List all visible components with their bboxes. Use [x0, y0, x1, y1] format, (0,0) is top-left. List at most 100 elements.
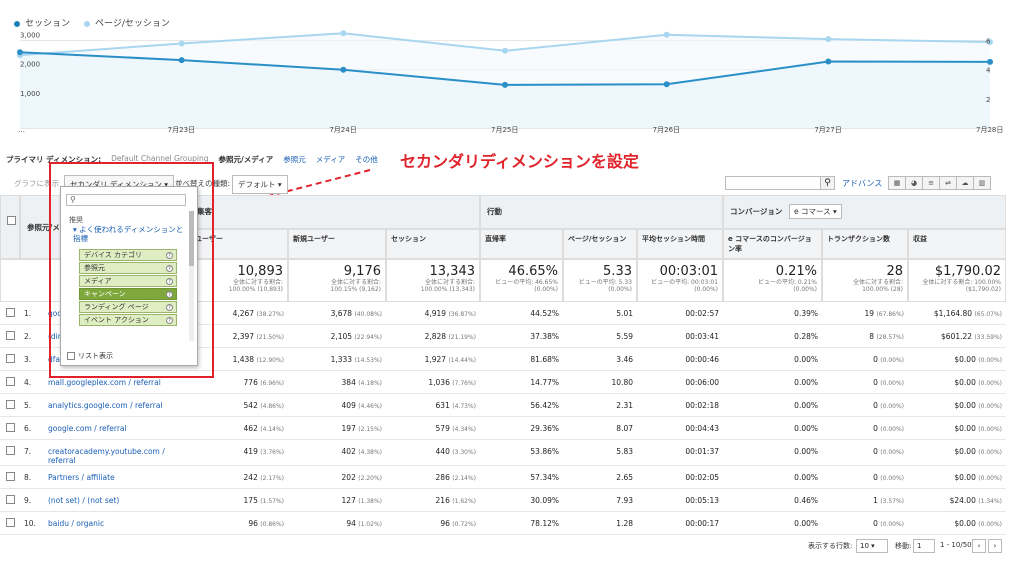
- dropdown-option[interactable]: デバイス カテゴリ?: [79, 249, 177, 261]
- pages-point[interactable]: [663, 31, 670, 38]
- source-medium-link[interactable]: Partners / affiliate: [48, 473, 188, 482]
- source-medium-link[interactable]: google.com / referral: [48, 424, 188, 433]
- list-view-toggle[interactable]: リスト表示: [67, 351, 113, 361]
- cell-users: 242 (2.17%): [190, 473, 284, 482]
- header-revenue[interactable]: 収益: [908, 229, 1006, 259]
- comparison-view-icon[interactable]: ⇌: [939, 176, 957, 190]
- total-new-users: 9,176 全体に対する割合: 100.15% (9,162): [288, 259, 386, 302]
- row-number: 3.: [24, 355, 32, 364]
- advanced-link[interactable]: アドバンス: [842, 178, 882, 189]
- cell-percent: (0.00%): [978, 521, 1002, 528]
- total-note: ビューの平均: 0.21%: [758, 279, 817, 286]
- header-pages-per-session[interactable]: ページ/セッション: [563, 229, 637, 259]
- table-search-input[interactable]: ⚲: [725, 176, 835, 190]
- row-checkbox[interactable]: [6, 354, 15, 363]
- header-bounce-rate[interactable]: 直帰率: [480, 229, 563, 259]
- option-label: デバイス カテゴリ: [84, 251, 143, 259]
- sessions-point[interactable]: [825, 58, 832, 65]
- row-checkbox[interactable]: [6, 377, 15, 386]
- help-icon[interactable]: ?: [166, 304, 173, 311]
- source-medium-link[interactable]: mall.googleplex.com / referral: [48, 378, 188, 387]
- goto-input[interactable]: 1: [913, 539, 935, 553]
- dropdown-option[interactable]: 参照元?: [79, 262, 177, 274]
- row-checkbox[interactable]: [6, 308, 15, 317]
- list-view-checkbox[interactable]: [67, 352, 75, 360]
- cell-value: 0.00%: [794, 519, 818, 528]
- header-users[interactable]: ユーザー: [190, 229, 288, 259]
- table-row[interactable]: 4. mall.googleplex.com / referral 776 (6.9…: [0, 371, 1006, 394]
- table-row[interactable]: 7. creatoracademy.youtube.com / referral 4…: [0, 440, 1006, 466]
- source-medium-link[interactable]: baidu / organic: [48, 519, 188, 528]
- dropdown-group-common[interactable]: ▾ よく使われるディメンションと指標: [73, 225, 185, 243]
- pivot-view-icon[interactable]: ▥: [973, 176, 991, 190]
- sessions-point[interactable]: [178, 57, 185, 64]
- help-icon[interactable]: ?: [166, 265, 173, 272]
- conversion-select[interactable]: e コマース ▾: [788, 204, 842, 219]
- sessions-point[interactable]: [502, 81, 508, 88]
- row-checkbox[interactable]: [6, 446, 15, 455]
- prev-page-button[interactable]: ‹: [972, 539, 986, 553]
- help-icon[interactable]: ?: [166, 278, 173, 285]
- dropdown-option[interactable]: キャンペーン?: [79, 288, 177, 300]
- sessions-point[interactable]: [987, 58, 993, 65]
- cell-conversion-rate: 0.39%: [723, 309, 818, 318]
- help-icon[interactable]: ?: [166, 317, 173, 324]
- table-row[interactable]: 10. baidu / organic 96 (0.86%) 94 (1.02%) 96…: [0, 512, 1006, 535]
- cell-value: 81.68%: [530, 355, 559, 364]
- table-row[interactable]: 8. Partners / affiliate 242 (2.17%) 202 (2.…: [0, 466, 1006, 489]
- dropdown-option[interactable]: ランディング ページ?: [79, 301, 177, 313]
- source-medium-link[interactable]: (not set) / (not set): [48, 496, 188, 505]
- row-checkbox[interactable]: [6, 331, 15, 340]
- cell-revenue: $1,164.80 (65.07%): [908, 309, 1002, 318]
- sessions-point[interactable]: [663, 81, 670, 88]
- performance-view-icon[interactable]: ≡: [922, 176, 940, 190]
- dropdown-search-input[interactable]: ⚲: [66, 194, 186, 206]
- pages-point[interactable]: [825, 36, 832, 43]
- total-value: 13,343: [429, 264, 476, 279]
- term-cloud-icon[interactable]: ☁: [956, 176, 974, 190]
- pages-point[interactable]: [340, 30, 347, 37]
- cell-avg-duration: 00:02:05: [637, 473, 719, 482]
- header-sessions[interactable]: セッション: [386, 229, 480, 259]
- row-checkbox[interactable]: [6, 495, 15, 504]
- cell-value: 56.42%: [530, 401, 559, 410]
- next-page-button[interactable]: ›: [988, 539, 1002, 553]
- table-row[interactable]: 5. analytics.google.com / referral 542 (4.…: [0, 394, 1006, 417]
- header-avg-session-duration[interactable]: 平均セッション時間: [637, 229, 723, 259]
- dropdown-option[interactable]: イベント アクション?: [79, 314, 177, 326]
- row-checkbox[interactable]: [6, 472, 15, 481]
- sort-select[interactable]: デフォルト ▾: [232, 175, 288, 194]
- cell-value: 00:06:00: [685, 378, 719, 387]
- pie-view-icon[interactable]: ◕: [905, 176, 923, 190]
- search-icon[interactable]: ⚲: [820, 177, 834, 189]
- dropdown-option[interactable]: メディア?: [79, 275, 177, 287]
- help-icon[interactable]: ?: [166, 291, 173, 298]
- sessions-point[interactable]: [17, 49, 23, 56]
- help-icon[interactable]: ?: [166, 252, 173, 259]
- row-checkbox[interactable]: [6, 400, 15, 409]
- sessions-point[interactable]: [340, 66, 347, 73]
- graph-label[interactable]: グラフに表示: [14, 178, 59, 189]
- header-transactions[interactable]: トランザクション数: [822, 229, 908, 259]
- table-view-icon[interactable]: ▦: [888, 176, 906, 190]
- table-row[interactable]: 6. google.com / referral 462 (4.14%) 197 (2…: [0, 417, 1006, 440]
- row-checkbox[interactable]: [6, 518, 15, 527]
- rows-select[interactable]: 10 ▾: [856, 539, 888, 553]
- source-medium-link[interactable]: creatoracademy.youtube.com / referral: [48, 447, 188, 465]
- pages-point[interactable]: [502, 47, 508, 54]
- header-ecommerce-conversion-rate[interactable]: e コマースのコンバージョン率: [723, 229, 822, 259]
- row-checkbox[interactable]: [6, 423, 15, 432]
- cell-value: 2,105: [330, 332, 353, 341]
- source-medium-link[interactable]: analytics.google.com / referral: [48, 401, 188, 410]
- pages-point[interactable]: [178, 40, 185, 47]
- cell-value: 19: [864, 309, 875, 318]
- dropdown-scroll-thumb[interactable]: [189, 211, 194, 266]
- cell-percent: (1.57%): [260, 498, 284, 505]
- header-new-users[interactable]: 新規ユーザー: [288, 229, 386, 259]
- total-avg-session-duration: 00:03:01 ビューの平均: 00:03:01 (0.00%): [637, 259, 723, 302]
- select-all-checkbox[interactable]: [7, 216, 16, 225]
- cell-transactions: 0 (0.00%): [822, 473, 904, 482]
- table-row[interactable]: 9. (not set) / (not set) 175 (1.57%) 127 (1…: [0, 489, 1006, 512]
- dropdown-scrollbar[interactable]: [189, 211, 194, 341]
- dimension-default-channel[interactable]: Default Channel Grouping: [111, 154, 208, 165]
